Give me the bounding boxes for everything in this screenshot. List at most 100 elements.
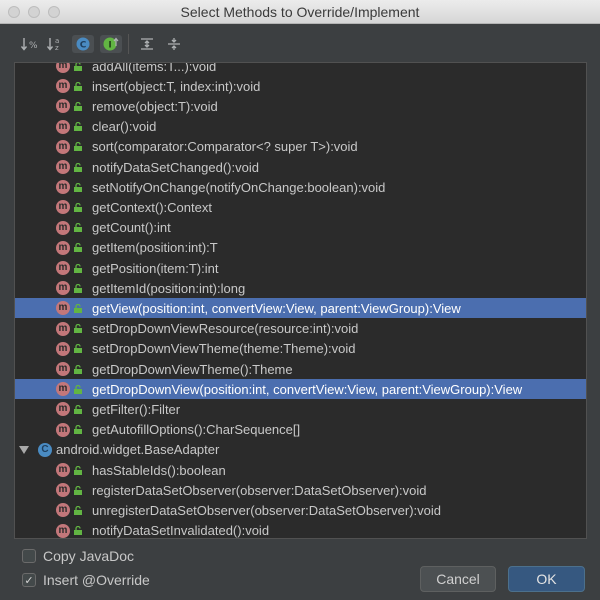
method-row[interactable]: m insert(object:T, index:int):void <box>15 76 586 96</box>
method-row[interactable]: m getDropDownViewTheme():Theme <box>15 359 586 379</box>
insert-override-option[interactable]: ✓ Insert @Override <box>22 572 150 588</box>
method-row[interactable]: m setDropDownViewResource(resource:int):v… <box>15 319 586 339</box>
public-lock-icon <box>74 63 82 71</box>
public-lock-icon <box>74 202 82 212</box>
expand-all-button[interactable] <box>137 35 157 53</box>
method-row[interactable]: m clear():void <box>15 117 586 137</box>
cancel-button[interactable]: Cancel <box>420 566 496 592</box>
copy-javadoc-checkbox[interactable] <box>22 549 36 563</box>
method-tree[interactable]: m addAll(items:T...):void m insert(object:T… <box>14 62 587 539</box>
copy-javadoc-option[interactable]: Copy JavaDoc <box>22 548 134 564</box>
public-lock-icon <box>74 485 82 495</box>
method-icon: m <box>56 483 70 498</box>
method-signature-label: hasStableIds():boolean <box>92 462 226 478</box>
method-row[interactable]: m addAll(items:T...):void <box>15 62 586 76</box>
method-signature-label: setDropDownViewResource(resource:int):vo… <box>92 321 359 337</box>
class-icon: C <box>38 442 52 457</box>
svg-text:z: z <box>55 44 59 51</box>
method-icon: m <box>56 422 70 437</box>
public-lock-icon <box>74 303 82 313</box>
svg-text:I: I <box>108 41 111 51</box>
method-icon: m <box>56 523 70 538</box>
public-lock-icon <box>74 465 82 475</box>
title-bar: Select Methods to Override/Implement <box>0 0 600 24</box>
interface-icon: I <box>103 37 119 51</box>
public-lock-icon <box>74 122 82 132</box>
public-lock-icon <box>74 384 82 394</box>
method-row[interactable]: m getFilter():Filter <box>15 399 586 419</box>
public-lock-icon <box>74 101 82 111</box>
method-signature-label: setDropDownViewTheme(theme:Theme):void <box>92 341 356 357</box>
collapse-all-icon <box>168 38 180 50</box>
method-icon: m <box>56 503 70 518</box>
method-icon: m <box>56 240 70 255</box>
window-title: Select Methods to Override/Implement <box>180 4 420 20</box>
method-signature-label: getFilter():Filter <box>92 401 181 417</box>
method-icon: m <box>56 321 70 336</box>
sort-alphabetically-button[interactable]: a z <box>46 35 66 53</box>
method-icon: m <box>56 139 70 154</box>
method-row[interactable]: m getView(position:int, convertView:View,… <box>15 298 586 319</box>
method-signature-label: getPosition(item:T):int <box>92 260 219 276</box>
method-row[interactable]: m getDropDownView(position:int, convertVi… <box>15 379 586 400</box>
method-row[interactable]: m remove(object:T):void <box>15 96 586 116</box>
method-signature-label: sort(comparator:Comparator<? super T>):v… <box>92 139 358 155</box>
class-icon: C <box>76 37 90 51</box>
public-lock-icon <box>74 505 82 515</box>
method-row[interactable]: m setNotifyOnChange(notifyOnChange:boolea… <box>15 177 586 197</box>
method-icon: m <box>56 200 70 215</box>
method-row[interactable]: m sort(comparator:Comparator<? super T>):… <box>15 137 586 157</box>
method-row[interactable]: m notifyDataSetInvalidated():void <box>15 521 586 539</box>
method-row[interactable]: m getItemId(position:int):long <box>15 278 586 298</box>
show-classes-toggle[interactable]: C <box>72 35 94 53</box>
method-signature-label: unregisterDataSetObserver(observer:DataS… <box>92 502 441 518</box>
public-lock-icon <box>74 81 82 91</box>
method-signature-label: getDropDownView(position:int, convertVie… <box>92 381 523 397</box>
insert-override-label: Insert @Override <box>43 572 150 588</box>
method-icon: m <box>56 463 70 477</box>
ok-button[interactable]: OK <box>508 566 585 592</box>
method-signature-label: addAll(items:T...):void <box>92 62 217 74</box>
expand-arrow-icon[interactable] <box>19 445 29 455</box>
method-icon: m <box>56 180 70 195</box>
method-signature-label: getCount():int <box>92 220 171 236</box>
public-lock-icon <box>74 182 82 192</box>
public-lock-icon <box>74 404 82 414</box>
method-icon: m <box>56 362 70 376</box>
public-lock-icon <box>74 425 82 435</box>
method-row[interactable]: m getItem(position:int):T <box>15 238 586 258</box>
public-lock-icon <box>74 364 82 374</box>
public-lock-icon <box>74 223 82 233</box>
method-icon: m <box>56 261 70 275</box>
collapse-all-button[interactable] <box>164 35 184 53</box>
method-row[interactable]: m getCount():int <box>15 218 586 238</box>
method-row[interactable]: m getPosition(item:T):int <box>15 258 586 278</box>
public-lock-icon <box>74 526 82 536</box>
method-signature-label: getAutofillOptions():CharSequence[] <box>92 422 301 438</box>
insert-override-checkbox[interactable]: ✓ <box>22 573 36 587</box>
method-signature-label: getItemId(position:int):long <box>92 280 246 296</box>
method-signature-label: getContext():Context <box>92 199 212 215</box>
copy-javadoc-label: Copy JavaDoc <box>43 548 135 564</box>
method-row[interactable]: m notifyDataSetChanged():void <box>15 157 586 177</box>
method-icon: m <box>56 301 70 316</box>
method-icon: m <box>56 63 70 73</box>
method-row[interactable]: m unregisterDataSetObserver(observer:Data… <box>15 500 586 520</box>
public-lock-icon <box>74 344 82 354</box>
method-row[interactable]: m getAutofillOptions():CharSequence[] <box>15 420 586 440</box>
method-signature-label: notifyDataSetInvalidated():void <box>92 523 270 539</box>
method-icon: m <box>56 119 70 134</box>
public-lock-icon <box>74 263 82 273</box>
method-icon: m <box>56 281 70 296</box>
class-group-row[interactable]: Candroid.widget.BaseAdapter <box>15 440 586 460</box>
method-row[interactable]: m registerDataSetObserver(observer:DataSe… <box>15 480 586 500</box>
method-row[interactable]: m hasStableIds():boolean <box>15 460 586 480</box>
class-name-label: android.widget.BaseAdapter <box>56 442 220 458</box>
svg-text:%: % <box>29 41 38 51</box>
method-row[interactable]: m setDropDownViewTheme(theme:Theme):void <box>15 339 586 359</box>
show-interfaces-toggle[interactable]: I <box>100 35 122 53</box>
method-row[interactable]: m getContext():Context <box>15 197 586 217</box>
sort-by-visibility-button[interactable]: % <box>20 35 40 53</box>
sort-visibility-icon: % <box>21 38 38 51</box>
public-lock-icon <box>74 142 82 152</box>
